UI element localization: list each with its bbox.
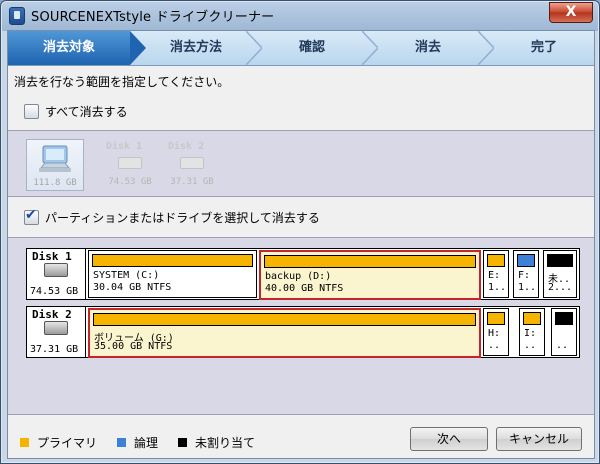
step-confirm: 確認 xyxy=(298,40,325,55)
partition-g[interactable]: ボリューム (G:) 35.00 GB NTFS xyxy=(88,308,481,358)
client-area: 消去対象 消去方法 確認 消去 完了 消去を行なう範囲を指定してください。 すべ… xyxy=(7,30,595,459)
hard-drive-icon xyxy=(44,263,68,277)
disk-size: 74.53 GB xyxy=(30,286,79,297)
app-icon xyxy=(9,7,25,25)
legend-unallocated: 未割り当て xyxy=(195,436,256,450)
partition-label: H: xyxy=(488,328,501,339)
partition-label: E: xyxy=(488,270,501,281)
partition-color-bar xyxy=(523,312,541,325)
disk-select-panel: 111.8 GB Disk 1 74.53 GB Disk 2 37.31 GB xyxy=(8,130,594,197)
instruction-text: 消去を行なう範囲を指定してください。 xyxy=(14,75,230,89)
partition-info: 2... xyxy=(548,282,573,293)
disk-select-disk2[interactable]: Disk 2 37.31 GB xyxy=(164,139,220,189)
partition-info: 1.. xyxy=(488,282,507,293)
hard-drive-icon xyxy=(180,157,204,169)
partition-mode-option[interactable]: パーティションまたはドライブを選択して消去する xyxy=(24,207,320,227)
disk-select-size: 111.8 GB xyxy=(33,178,77,188)
partition-map-panel: Disk 1 74.53 GB SYSTEM (C:) 30.04 GB NTF… xyxy=(8,237,594,415)
window-title: SOURCENEXTstyle ドライブクリーナー xyxy=(31,10,275,25)
disk-select-computer[interactable]: 111.8 GB xyxy=(26,139,84,191)
partition-color-bar xyxy=(92,254,253,267)
disk-select-size: 74.53 GB xyxy=(108,177,152,187)
step-target: 消去対象 xyxy=(8,31,130,65)
partition-color-bar xyxy=(487,312,505,325)
partition-color-bar xyxy=(264,255,476,268)
close-button[interactable]: X xyxy=(549,2,593,23)
partition-info: .. xyxy=(524,340,537,351)
partition-label: backup (D:) xyxy=(265,271,332,282)
disk-select-name: Disk 1 xyxy=(106,141,143,152)
partition-h[interactable]: H: .. xyxy=(483,308,509,356)
disk-header: Disk 1 74.53 GB xyxy=(27,249,86,299)
partition-label: SYSTEM (C:) xyxy=(93,270,160,281)
disk-select-size: 37.31 GB xyxy=(170,177,214,187)
hard-drive-icon xyxy=(118,157,142,169)
hard-drive-icon xyxy=(44,321,68,335)
disk-row-disk1: Disk 1 74.53 GB SYSTEM (C:) 30.04 GB NTF… xyxy=(26,248,580,300)
partition-color-bar xyxy=(547,254,573,267)
partition-color-bar xyxy=(555,312,573,325)
step-arrow-icon xyxy=(246,31,262,65)
disk-name: Disk 2 xyxy=(32,308,72,321)
erase-all-option[interactable]: すべて消去する xyxy=(24,101,128,121)
step-arrow-icon xyxy=(362,31,378,65)
partition-f[interactable]: F: 1.. xyxy=(513,250,539,298)
step-method: 消去方法 xyxy=(169,40,222,55)
disk-select-name: Disk 2 xyxy=(168,141,205,152)
step-complete: 完了 xyxy=(530,40,557,55)
cancel-button[interactable]: キャンセル xyxy=(496,427,582,451)
partition-info: .. xyxy=(556,340,569,351)
partition-label: I: xyxy=(524,328,537,339)
title-bar: SOURCENEXTstyle ドライブクリーナー X xyxy=(1,1,599,29)
step-erase: 消去 xyxy=(414,40,441,55)
disk-size: 37.31 GB xyxy=(30,344,79,355)
partition-mode-label: パーティションまたはドライブを選択して消去する xyxy=(45,210,320,225)
app-window: SOURCENEXTstyle ドライブクリーナー X 消去対象 消去方法 確認… xyxy=(0,0,600,464)
partition-info: 40.00 GB NTFS xyxy=(265,283,344,294)
disk-name: Disk 1 xyxy=(32,250,72,263)
disk-select-disk1[interactable]: Disk 1 74.53 GB xyxy=(102,139,158,189)
legend-swatch-primary xyxy=(20,438,29,447)
step-navigation: 消去対象 消去方法 確認 消去 完了 xyxy=(8,31,594,66)
next-button[interactable]: 次へ xyxy=(410,427,488,451)
step-arrow-icon xyxy=(130,31,146,65)
partition-info: 1.. xyxy=(518,282,537,293)
partition-color-bar xyxy=(517,254,535,267)
erase-all-checkbox[interactable] xyxy=(24,103,39,119)
partition-e[interactable]: E: 1.. xyxy=(483,250,509,298)
legend-logical: 論理 xyxy=(134,436,159,450)
step-arrow-icon xyxy=(478,31,494,65)
partition-info: 35.00 GB NTFS xyxy=(94,341,173,352)
partition-info: 30.04 GB NTFS xyxy=(93,282,172,293)
partition-info: .. xyxy=(488,340,501,351)
disk-header: Disk 2 37.31 GB xyxy=(27,307,86,357)
partition-mode-checkbox[interactable] xyxy=(24,207,39,225)
partition-c[interactable]: SYSTEM (C:) 30.04 GB NTFS xyxy=(88,250,257,298)
legend-swatch-logical xyxy=(117,438,127,447)
erase-all-label: すべて消去する xyxy=(45,104,128,119)
computer-icon xyxy=(39,145,71,172)
partition-unallocated[interactable]: .. xyxy=(551,308,577,356)
legend-swatch-unallocated xyxy=(178,438,188,447)
partition-unallocated[interactable]: 未.. 2... xyxy=(543,250,577,298)
partition-i[interactable]: I: .. xyxy=(519,308,545,356)
disk-row-disk2: Disk 2 37.31 GB ボリューム (G:) 35.00 GB NTFS… xyxy=(26,306,580,358)
partition-color-bar xyxy=(93,313,476,326)
legend-primary: プライマリ xyxy=(37,436,98,450)
partition-label: F: xyxy=(518,270,531,281)
partition-d[interactable]: backup (D:) 40.00 GB NTFS xyxy=(259,250,481,300)
partition-legend: プライマリ 論理 未割り当て xyxy=(20,434,255,451)
partition-color-bar xyxy=(487,254,505,267)
